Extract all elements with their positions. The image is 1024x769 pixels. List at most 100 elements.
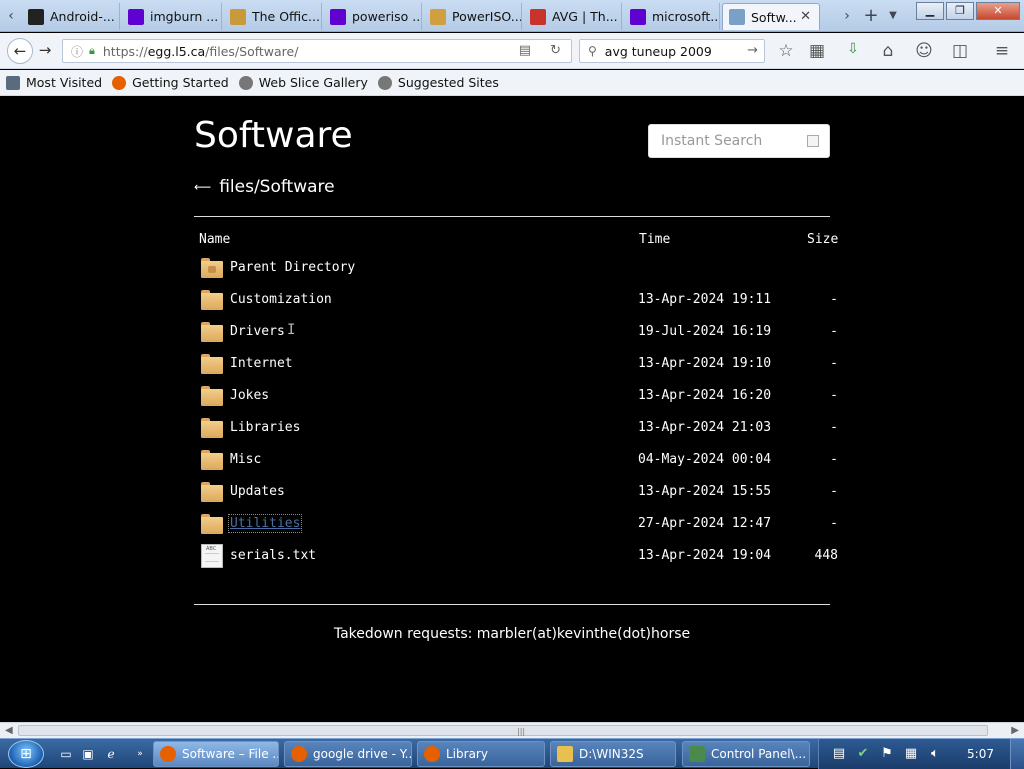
- file-name-link[interactable]: serials.txt: [230, 548, 316, 563]
- tab-2[interactable]: The Offic...: [224, 3, 322, 30]
- taskbar-item[interactable]: Control Panel\...: [682, 741, 810, 767]
- search-go-icon[interactable]: →: [747, 43, 758, 58]
- reload-icon[interactable]: ↻: [550, 43, 561, 58]
- url-bar[interactable]: ⓘ 🔒︎ https://egg.l5.ca/files/Software/ ▤…: [62, 39, 572, 63]
- url-text[interactable]: https://egg.l5.ca/files/Software/: [103, 44, 299, 59]
- tab-1[interactable]: imgburn ...: [122, 3, 222, 30]
- horizontal-scrollbar[interactable]: ◀ ||| ▶: [0, 722, 1024, 738]
- smiley-icon[interactable]: ☺: [913, 41, 935, 61]
- show-desktop-quicklaunch-icon[interactable]: ▭: [58, 746, 74, 762]
- home-icon[interactable]: ⌂: [877, 41, 899, 61]
- bookmark-star-icon[interactable]: ☆: [775, 41, 797, 61]
- document-tray-icon[interactable]: ▤: [831, 746, 847, 761]
- table-row[interactable]: Libraries 13-Apr-2024 21:03 -: [194, 413, 854, 445]
- restore-icon[interactable]: ❐: [946, 2, 974, 20]
- tab-6[interactable]: microsoft...: [624, 3, 720, 30]
- file-name-link[interactable]: Updates: [230, 484, 285, 499]
- table-row[interactable]: Utilities 27-Apr-2024 12:47 -: [194, 509, 854, 541]
- tab-5[interactable]: AVG | Th...: [524, 3, 622, 30]
- bookmark-label: Suggested Sites: [397, 75, 499, 90]
- tab-label: Android-...: [50, 9, 115, 24]
- table-row[interactable]: serials.txt 13-Apr-2024 19:04 448: [194, 541, 854, 573]
- bookmarks-menu-icon[interactable]: ▦: [806, 41, 828, 61]
- info-icon[interactable]: ⓘ: [71, 43, 83, 60]
- bookmark-item[interactable]: Web Slice Gallery: [238, 75, 368, 90]
- disc-icon: [430, 8, 446, 25]
- taskbar: ⊞ ▭ ▣ ℯ » Software – File ... google driv…: [0, 738, 1024, 769]
- taskbar-item[interactable]: D:\WIN32S: [550, 741, 676, 767]
- tab-0[interactable]: Android-...: [22, 3, 120, 30]
- folder-icon: [201, 450, 223, 470]
- tab-4[interactable]: PowerISO...: [424, 3, 522, 30]
- action-center-flag-icon[interactable]: ⚑: [879, 746, 895, 761]
- folder-icon: [201, 322, 223, 342]
- reader-view-icon[interactable]: ▤: [519, 43, 531, 58]
- folder-icon: [557, 746, 573, 762]
- volume-icon[interactable]: 🔈︎: [927, 746, 943, 761]
- file-size: -: [830, 516, 838, 531]
- quicklaunch-overflow-icon[interactable]: »: [132, 746, 148, 762]
- menu-icon[interactable]: ≡: [991, 41, 1013, 61]
- forward-button[interactable]: →: [34, 40, 56, 62]
- close-window-icon[interactable]: ✕: [976, 2, 1020, 20]
- file-name-link[interactable]: Libraries: [230, 420, 300, 435]
- bookmark-item[interactable]: Suggested Sites: [377, 75, 499, 90]
- back-arrow-icon[interactable]: ⟵: [194, 180, 211, 194]
- table-row[interactable]: Customization 13-Apr-2024 19:11 -: [194, 285, 854, 317]
- back-button[interactable]: ←: [7, 38, 33, 64]
- name-column-header[interactable]: Name: [199, 232, 230, 247]
- list-tabs-icon[interactable]: ▼: [884, 4, 902, 28]
- file-name-link[interactable]: Jokes: [230, 388, 269, 403]
- scroll-thumb[interactable]: |||: [18, 725, 988, 736]
- tab-3[interactable]: poweriso ...: [324, 3, 422, 30]
- parent-folder-icon: [201, 258, 223, 278]
- taskbar-item[interactable]: google drive - Y...: [284, 741, 412, 767]
- taskbar-item[interactable]: Software – File ...: [153, 741, 279, 767]
- circle-o-icon: [28, 8, 44, 25]
- size-column-header[interactable]: Size: [807, 232, 838, 247]
- firefox-icon: [424, 746, 440, 762]
- file-time: 13-Apr-2024 19:11: [638, 292, 772, 307]
- internet-explorer-icon[interactable]: ℯ: [103, 746, 119, 762]
- tab-scroll-right-icon[interactable]: ›: [838, 4, 856, 28]
- table-row[interactable]: Jokes 13-Apr-2024 16:20 -: [194, 381, 854, 413]
- time-column-header[interactable]: Time: [639, 232, 670, 247]
- table-row[interactable]: Updates 13-Apr-2024 15:55 -: [194, 477, 854, 509]
- forward-arrow-icon: →: [38, 41, 52, 59]
- file-name-link[interactable]: Internet: [230, 356, 293, 371]
- close-tab-icon[interactable]: ✕: [800, 9, 811, 24]
- taskbar-item[interactable]: Library: [417, 741, 545, 767]
- scroll-right-icon[interactable]: ▶: [1011, 725, 1019, 736]
- file-name-link[interactable]: Misc: [230, 452, 261, 467]
- yahoo-icon: [128, 8, 144, 25]
- file-time: 27-Apr-2024 12:47: [638, 516, 772, 531]
- switch-windows-icon[interactable]: ▣: [80, 746, 96, 762]
- security-tray-icon[interactable]: ✔: [855, 746, 871, 761]
- file-name-link[interactable]: Drivers: [230, 324, 285, 339]
- instant-search-input[interactable]: Instant Search: [648, 124, 830, 158]
- bookmark-item[interactable]: Getting Started: [112, 75, 229, 90]
- network-icon[interactable]: ▦: [903, 746, 919, 761]
- firefox-icon: [160, 746, 176, 762]
- file-name-link[interactable]: Utilities: [227, 514, 303, 533]
- pocket-icon[interactable]: ◫: [949, 41, 971, 61]
- file-name-link[interactable]: Parent Directory: [230, 260, 355, 275]
- table-row[interactable]: Internet 13-Apr-2024 19:10 -: [194, 349, 854, 381]
- table-row[interactable]: Parent Directory: [194, 253, 854, 285]
- search-input[interactable]: avg tuneup 2009: [605, 44, 712, 59]
- clock[interactable]: 5:07: [967, 747, 994, 761]
- file-name-link[interactable]: Customization: [230, 292, 332, 307]
- search-bar[interactable]: ⚲ avg tuneup 2009 →: [579, 39, 765, 63]
- minimize-icon[interactable]: ▁: [916, 2, 944, 20]
- new-tab-icon[interactable]: +: [862, 4, 880, 28]
- downloads-icon[interactable]: ⇩: [842, 41, 864, 57]
- tab-7[interactable]: Softw... ✕: [722, 3, 820, 30]
- grip-icon: |||: [517, 727, 526, 736]
- table-row[interactable]: Misc 04-May-2024 00:04 -: [194, 445, 854, 477]
- tab-scroll-left-icon[interactable]: ‹: [2, 4, 20, 28]
- breadcrumb-path: files/Software: [219, 177, 335, 197]
- show-desktop-button[interactable]: [1010, 739, 1024, 769]
- bookmark-item[interactable]: Most Visited: [6, 75, 102, 90]
- scroll-left-icon[interactable]: ◀: [5, 725, 13, 736]
- start-button[interactable]: ⊞: [8, 740, 44, 768]
